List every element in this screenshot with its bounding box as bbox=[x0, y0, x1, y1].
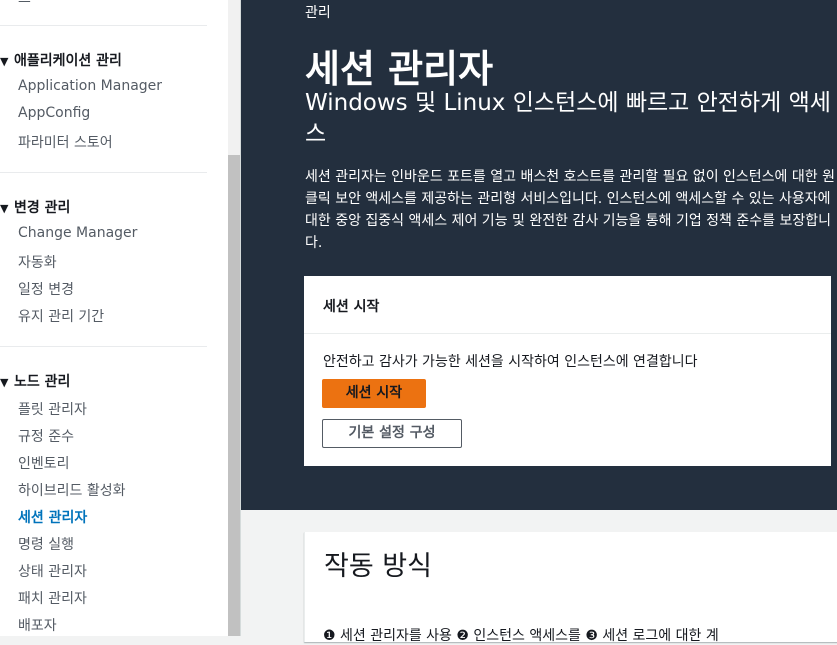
how-it-works-card: 작동 방식 ❶ 세션 관리자를 사용 ❷ 인스턴스 액세스를 ❸ 세션 로그에 … bbox=[304, 532, 837, 644]
sidebar-item-maintenance-windows[interactable]: 유지 관리 기간 bbox=[18, 306, 104, 326]
card-title: 세션 시작 bbox=[323, 299, 380, 315]
caret-down-icon: ▼ bbox=[0, 55, 9, 68]
sidebar-item-state-manager[interactable]: 상태 관리자 bbox=[18, 561, 87, 581]
caret-down-icon: ▼ bbox=[0, 202, 9, 215]
how-it-works-title: 작동 방식 bbox=[324, 551, 432, 582]
configure-preferences-button[interactable]: 기본 설정 구성 bbox=[322, 419, 462, 448]
page-description: 세션 관리자는 인바운드 포트를 열고 배스천 호스트를 관리할 필요 없이 인… bbox=[305, 169, 835, 251]
sidebar-item-distributor[interactable]: 배포자 bbox=[18, 615, 57, 635]
sidebar-section-app-management[interactable]: ▼ 애플리케이션 관리 bbox=[0, 50, 122, 70]
sidebar-item-compliance[interactable]: 규정 준수 bbox=[18, 426, 74, 446]
breadcrumb[interactable]: 관리 bbox=[305, 2, 331, 22]
sidebar-item-fleet-manager[interactable]: 플릿 관리자 bbox=[18, 399, 87, 419]
start-session-card: 세션 시작 안전하고 감사가 가능한 세션을 시작하여 인스턴스에 연결합니다 … bbox=[304, 276, 831, 466]
start-session-button[interactable]: 세션 시작 bbox=[322, 379, 426, 408]
page-title: 세션 관리자 bbox=[305, 47, 494, 91]
caret-down-icon: ▼ bbox=[0, 376, 9, 389]
card-description: 안전하고 감사가 가능한 세션을 시작하여 인스턴스에 연결합니다 bbox=[323, 354, 698, 370]
sidebar-item-hybrid-activations[interactable]: 하이브리드 활성화 bbox=[18, 480, 126, 500]
sidebar-item-change-calendar[interactable]: 일정 변경 bbox=[18, 279, 74, 299]
sidebar-nav: 그 ▼애플리케이션 관리 Application Manager AppConf… bbox=[0, 0, 228, 636]
card-header: 세션 시작 bbox=[304, 276, 831, 334]
sidebar-item-session-manager[interactable]: 세션 관리자 bbox=[18, 507, 87, 527]
sidebar-item-parameter-store[interactable]: 파라미터 스토어 bbox=[18, 132, 113, 152]
sidebar-item-inventory[interactable]: 인벤토리 bbox=[18, 453, 70, 473]
sidebar-item-run-command[interactable]: 명령 실행 bbox=[18, 534, 74, 554]
sidebar-divider bbox=[0, 172, 207, 173]
sidebar-item-partial[interactable]: 그 bbox=[18, 0, 31, 8]
sidebar-item-appconfig[interactable]: AppConfig bbox=[18, 105, 90, 121]
how-it-works-steps: ❶ 세션 관리자를 사용 ❷ 인스턴스 액세스를 ❸ 세션 로그에 대한 계 bbox=[323, 628, 719, 644]
sidebar-item-automation[interactable]: 자동화 bbox=[18, 252, 57, 272]
sidebar-divider bbox=[0, 346, 207, 347]
sidebar-scrollbar-thumb[interactable] bbox=[228, 155, 240, 636]
sidebar-item-change-manager[interactable]: Change Manager bbox=[18, 225, 137, 241]
sidebar-section-node-management[interactable]: ▼ 노드 관리 bbox=[0, 371, 70, 391]
page-subtitle: Windows 및 Linux 인스턴스에 빠르고 안전하게 액세스 bbox=[305, 90, 831, 147]
sidebar-divider bbox=[0, 25, 207, 26]
sidebar-item-patch-manager[interactable]: 패치 관리자 bbox=[18, 588, 87, 608]
sidebar-section-change-management[interactable]: ▼ 변경 관리 bbox=[0, 197, 70, 217]
sidebar-item-application-manager[interactable]: Application Manager bbox=[18, 78, 162, 94]
